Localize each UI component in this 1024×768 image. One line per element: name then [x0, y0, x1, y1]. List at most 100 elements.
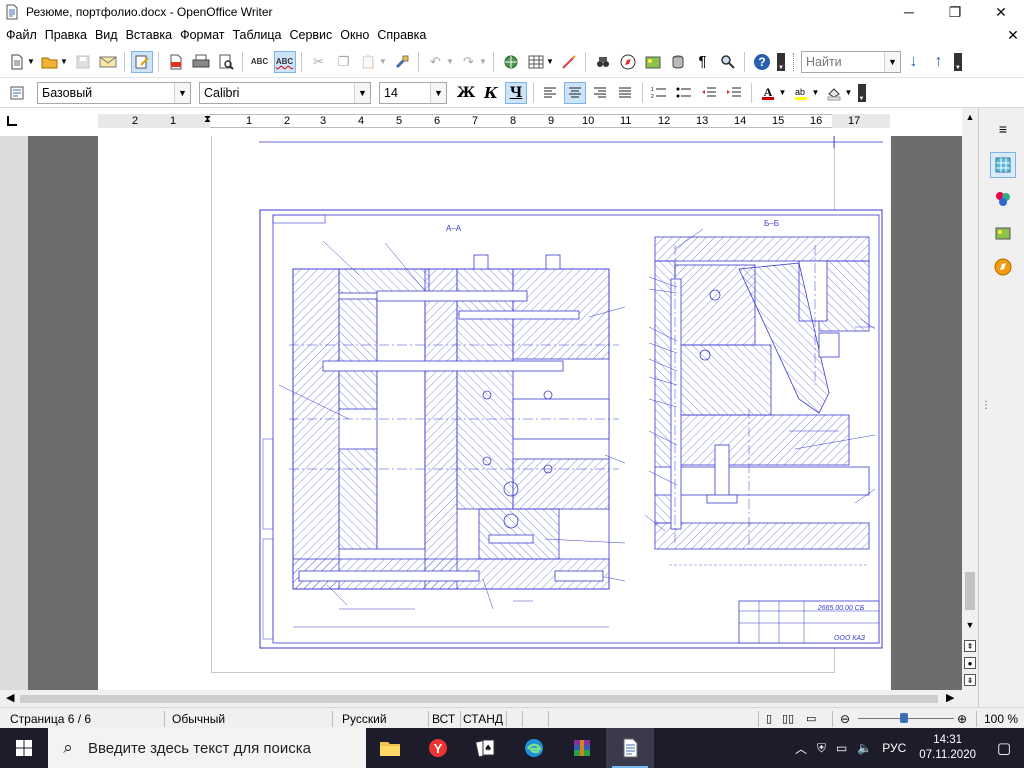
- gallery-icon[interactable]: [642, 51, 664, 73]
- clone-formatting-icon[interactable]: [391, 51, 413, 73]
- sidebar-collapse-handle[interactable]: ⋮: [981, 400, 991, 411]
- new-document-icon[interactable]: [6, 51, 28, 73]
- scroll-down-icon[interactable]: ▼: [962, 620, 978, 630]
- table-dropdown-icon[interactable]: ▼: [546, 57, 554, 66]
- zoom-slider-handle[interactable]: [900, 713, 908, 723]
- zoom-level[interactable]: 100 %: [984, 712, 1018, 726]
- autospellcheck-icon[interactable]: ABC: [273, 50, 296, 73]
- italic-button[interactable]: К: [480, 82, 502, 104]
- hyperlink-icon[interactable]: [500, 51, 522, 73]
- export-pdf-icon[interactable]: [165, 51, 187, 73]
- technical-drawing-image[interactable]: А–А Б–Б 2665.00.00 СБ ООО КАЗ: [259, 209, 883, 649]
- document-page[interactable]: А–А Б–Б 2665.00.00 СБ ООО КАЗ: [98, 136, 891, 690]
- toolbar-overflow-icon[interactable]: ▼: [777, 52, 785, 71]
- menu-file[interactable]: Файл: [2, 28, 41, 42]
- cut-icon[interactable]: ✂: [308, 51, 330, 73]
- properties-icon[interactable]: [990, 152, 1016, 178]
- show-hidden-icons-icon[interactable]: ︿: [790, 740, 812, 757]
- gallery-sidebar-icon[interactable]: [990, 220, 1016, 246]
- notifications-icon[interactable]: ▢: [984, 739, 1024, 757]
- chevron-down-icon[interactable]: ▼: [354, 82, 370, 103]
- align-left-icon[interactable]: [539, 82, 561, 104]
- tab-type-icon[interactable]: [7, 116, 17, 126]
- chevron-down-icon[interactable]: ▼: [884, 51, 900, 72]
- selection-mode-indicator[interactable]: СТАНД: [463, 712, 503, 726]
- input-language[interactable]: РУС: [877, 741, 911, 755]
- horizontal-scrollbar[interactable]: ◀ ▶: [0, 690, 962, 707]
- scroll-right-icon[interactable]: ▶: [946, 691, 954, 704]
- bold-button[interactable]: Ж: [455, 82, 477, 104]
- find-previous-icon[interactable]: ↑: [928, 51, 950, 73]
- paste-dropdown-icon[interactable]: ▼: [379, 57, 387, 66]
- security-shield-icon[interactable]: ⛨: [812, 741, 831, 756]
- find-field[interactable]: Найти ▼: [801, 50, 901, 73]
- network-icon[interactable]: ▭: [831, 741, 852, 755]
- highlighting-icon[interactable]: ab: [790, 82, 812, 104]
- scroll-up-icon[interactable]: ▲: [962, 112, 978, 122]
- language-indicator[interactable]: Русский: [342, 712, 387, 726]
- increase-indent-icon[interactable]: [723, 82, 745, 104]
- table-icon[interactable]: [525, 51, 547, 73]
- sidebar-menu-icon[interactable]: ≡: [990, 116, 1016, 142]
- save-icon[interactable]: [72, 51, 94, 73]
- underline-button[interactable]: Ч: [505, 81, 527, 104]
- new-dropdown-icon[interactable]: ▼: [27, 57, 35, 66]
- maximize-button[interactable]: ❐: [932, 0, 978, 24]
- menu-edit[interactable]: Правка: [41, 28, 91, 42]
- find-replace-icon[interactable]: [592, 51, 614, 73]
- font-color-dropdown-icon[interactable]: ▼: [779, 88, 787, 97]
- openoffice-writer-taskbar-icon[interactable]: [606, 728, 654, 768]
- chevron-down-icon[interactable]: ▼: [430, 82, 446, 103]
- insert-mode-indicator[interactable]: ВСТ: [432, 712, 455, 726]
- indent-marker-icon[interactable]: ⧗: [204, 114, 211, 125]
- clock[interactable]: 14:31 07.11.2020: [911, 733, 984, 763]
- navigator-icon[interactable]: [617, 51, 639, 73]
- vertical-scroll-thumb[interactable]: [965, 572, 975, 610]
- formatting-marks-icon[interactable]: ¶: [692, 51, 714, 73]
- highlighting-dropdown-icon[interactable]: ▼: [812, 88, 820, 97]
- align-center-icon[interactable]: [564, 81, 586, 104]
- align-justify-icon[interactable]: [614, 82, 636, 104]
- find-next-icon[interactable]: ↓: [903, 51, 925, 73]
- document-canvas[interactable]: А–А Б–Б 2665.00.00 СБ ООО КАЗ: [0, 136, 962, 690]
- menu-view[interactable]: Вид: [91, 28, 122, 42]
- zoom-icon[interactable]: [717, 51, 739, 73]
- menu-window[interactable]: Окно: [336, 28, 373, 42]
- font-name-select[interactable]: Calibri ▼: [199, 81, 371, 104]
- numbering-icon[interactable]: 12: [648, 82, 670, 104]
- edge-taskbar-icon[interactable]: [510, 728, 558, 768]
- undo-dropdown-icon[interactable]: ▼: [446, 57, 454, 66]
- file-explorer-taskbar-icon[interactable]: [366, 728, 414, 768]
- navigator-sidebar-icon[interactable]: [990, 254, 1016, 280]
- start-button[interactable]: [0, 728, 48, 768]
- single-page-view-icon[interactable]: ▯: [766, 712, 772, 725]
- paste-icon[interactable]: 📋: [358, 51, 380, 73]
- navigation-icon[interactable]: ●: [964, 657, 976, 669]
- menu-format[interactable]: Формат: [176, 28, 228, 42]
- previous-page-icon[interactable]: ⇞: [964, 640, 976, 652]
- zoom-in-icon[interactable]: ⊕: [957, 712, 967, 726]
- formatting-overflow-icon[interactable]: ▼: [857, 83, 866, 102]
- menu-table[interactable]: Таблица: [228, 28, 285, 42]
- paragraph-style-select[interactable]: Базовый ▼: [37, 81, 191, 104]
- decrease-indent-icon[interactable]: [698, 82, 720, 104]
- document-close-icon[interactable]: ✕: [1002, 27, 1024, 44]
- yandex-browser-taskbar-icon[interactable]: Y: [414, 728, 462, 768]
- scroll-left-icon[interactable]: ◀: [6, 691, 14, 704]
- styles-icon[interactable]: [990, 186, 1016, 212]
- undo-icon[interactable]: ↶: [425, 51, 447, 73]
- menu-tools[interactable]: Сервис: [285, 28, 336, 42]
- background-color-dropdown-icon[interactable]: ▼: [845, 88, 853, 97]
- horizontal-scroll-thumb[interactable]: [20, 695, 938, 703]
- page-indicator[interactable]: Страница 6 / 6: [10, 712, 91, 726]
- show-draw-functions-icon[interactable]: [558, 51, 580, 73]
- spellcheck-icon[interactable]: ABC: [249, 51, 271, 73]
- vertical-scrollbar[interactable]: ▲ ▼ ⇞ ● ⇟: [962, 108, 978, 690]
- print-preview-icon[interactable]: [215, 51, 237, 73]
- align-right-icon[interactable]: [589, 82, 611, 104]
- redo-icon[interactable]: ↷: [458, 51, 480, 73]
- chevron-down-icon[interactable]: ▼: [174, 82, 190, 103]
- find-toolbar-overflow-icon[interactable]: ▼: [954, 52, 962, 71]
- font-color-icon[interactable]: A: [757, 82, 779, 104]
- print-icon[interactable]: [190, 51, 212, 73]
